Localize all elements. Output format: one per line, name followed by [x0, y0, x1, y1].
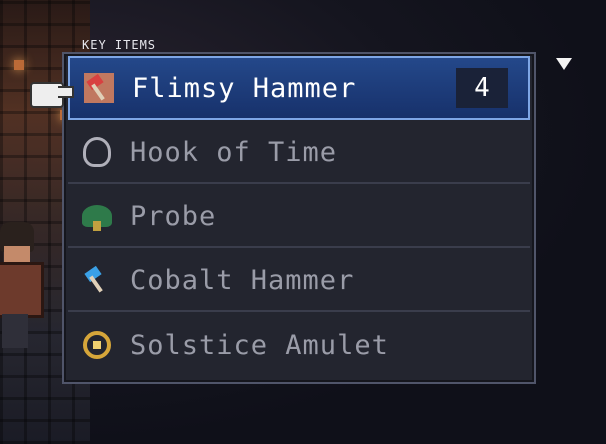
flimsy-hammer-icon: [82, 71, 116, 105]
menu-item-label: Solstice Amulet: [130, 329, 389, 361]
menu-item-solstice-amulet[interactable]: Solstice Amulet: [68, 314, 530, 376]
menu-item-flimsy-hammer[interactable]: Flimsy Hammer 4: [68, 56, 530, 120]
menu-item-hook-of-time[interactable]: Hook of Time: [68, 122, 530, 184]
menu-item-label: Flimsy Hammer: [132, 72, 357, 104]
probe-icon: [80, 199, 114, 233]
menu-title: KEY ITEMS: [82, 38, 157, 52]
player-character: [0, 222, 44, 352]
solstice-amulet-icon: [80, 328, 114, 362]
menu-item-label: Hook of Time: [130, 136, 338, 168]
menu-item-label: Cobalt Hammer: [130, 264, 355, 296]
item-quantity: 4: [456, 68, 508, 108]
pointer-glove-cursor-icon: [30, 78, 74, 108]
hook-of-time-icon: [80, 135, 114, 169]
menu-item-cobalt-hammer[interactable]: Cobalt Hammer: [68, 250, 530, 312]
cobalt-hammer-icon: [80, 263, 114, 297]
scroll-up-indicator-icon[interactable]: [556, 58, 572, 70]
key-items-menu: Flimsy Hammer 4 Hook of Time Probe Cobal…: [62, 52, 536, 384]
menu-item-label: Probe: [130, 200, 217, 232]
torch-light: [14, 60, 24, 70]
menu-item-probe[interactable]: Probe: [68, 186, 530, 248]
